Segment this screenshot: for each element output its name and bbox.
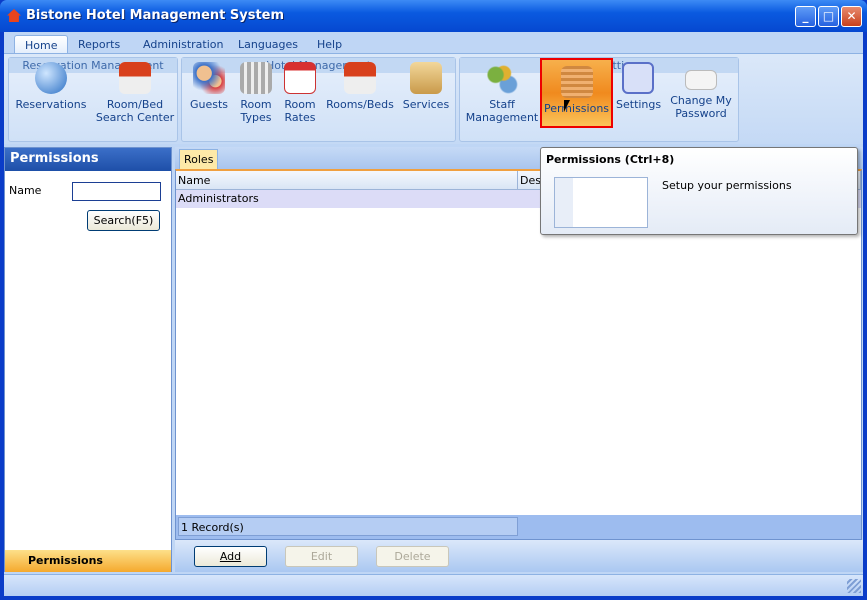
app-house-icon — [7, 9, 21, 22]
house-search-icon — [119, 62, 151, 94]
room-bed-search-center-button[interactable]: Room/Bed Search Center — [95, 60, 175, 126]
client-area: Home Reports Administration Languages He… — [4, 32, 863, 596]
change-my-password-button[interactable]: Change My Password — [666, 60, 736, 126]
group-hotel-management: Guests Room Types Room Rates Rooms/Beds … — [181, 57, 456, 142]
mouse-cursor-icon — [564, 100, 570, 112]
permissions-button[interactable]: Permissions — [540, 58, 613, 128]
tooltip-preview-image — [554, 177, 648, 228]
title-bar: Bistone Hotel Management System _ □ ✕ — [0, 0, 867, 32]
group-reservation-management: Reservations Room/Bed Search Center Rese… — [8, 57, 178, 142]
tab-help[interactable]: Help — [307, 35, 352, 54]
tab-reports[interactable]: Reports — [68, 35, 130, 54]
room-rates-button[interactable]: Room Rates — [280, 60, 320, 126]
users-icon — [193, 62, 225, 94]
settings-check-icon — [622, 62, 654, 94]
settings-button[interactable]: Settings — [616, 60, 661, 126]
tab-roles[interactable]: Roles — [179, 149, 219, 169]
minimize-button[interactable]: _ — [795, 6, 816, 27]
left-panel: Permissions Name Search(F5) Permissions — [4, 147, 172, 572]
tab-administration[interactable]: Administration — [133, 35, 234, 54]
resize-grip-icon[interactable] — [847, 579, 861, 593]
password-icon — [685, 70, 717, 90]
guests-button[interactable]: Guests — [186, 60, 232, 126]
menu-tabs: Home Reports Administration Languages He… — [4, 32, 863, 54]
tooltip-text: Setup your permissions — [662, 179, 792, 192]
edit-button[interactable]: Edit — [285, 546, 358, 567]
tab-home[interactable]: Home — [14, 35, 69, 54]
delete-button[interactable]: Delete — [376, 546, 449, 567]
tooltip: Permissions (Ctrl+8) Setup your permissi… — [540, 147, 858, 235]
window-title: Bistone Hotel Management System — [26, 8, 285, 23]
panel-title: Permissions — [5, 148, 171, 171]
close-button[interactable]: ✕ — [841, 6, 862, 27]
ribbon: Reservations Room/Bed Search Center Rese… — [4, 53, 863, 144]
building-icon — [240, 62, 272, 94]
box-icon — [410, 62, 442, 94]
add-button[interactable]: Add — [194, 546, 267, 567]
search-button[interactable]: Search(F5) — [87, 210, 160, 231]
record-bar: 1 Record(s) — [176, 515, 861, 539]
record-count: 1 Record(s) — [178, 517, 518, 536]
staff-management-button[interactable]: Staff Management — [464, 60, 540, 126]
name-label: Name — [9, 184, 42, 197]
cell-name: Administrators — [178, 192, 259, 205]
calendar-icon — [284, 62, 316, 94]
column-header-name[interactable]: Name — [176, 171, 518, 190]
maximize-button[interactable]: □ — [818, 6, 839, 27]
staff-icon — [486, 62, 518, 94]
name-input[interactable] — [72, 182, 161, 201]
globe-icon — [35, 62, 67, 94]
status-bar — [4, 574, 863, 596]
services-button[interactable]: Services — [400, 60, 452, 126]
permissions-nav-tab[interactable]: Permissions — [5, 550, 171, 572]
button-bar: Add Edit Delete — [175, 540, 863, 572]
house-icon — [344, 62, 376, 94]
lock-icon — [560, 66, 593, 98]
tooltip-title: Permissions (Ctrl+8) — [546, 153, 675, 166]
rooms-beds-button[interactable]: Rooms/Beds — [326, 60, 394, 126]
room-types-button[interactable]: Room Types — [236, 60, 276, 126]
tab-languages[interactable]: Languages — [228, 35, 308, 54]
reservations-button[interactable]: Reservations — [13, 60, 89, 126]
group-system-settings: Staff Management Permissions Settings Ch… — [459, 57, 739, 142]
